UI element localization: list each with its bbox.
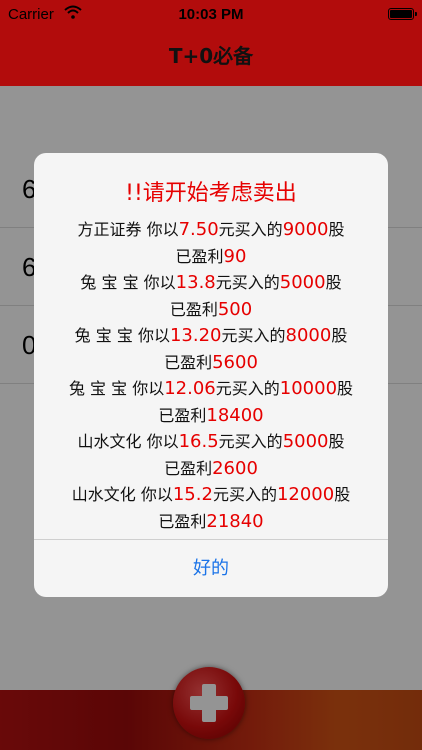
alert-profit-line: 已盈利18400 — [34, 403, 388, 430]
profit-value: 2600 — [212, 457, 258, 479]
alert-title: !!请开始考虑卖出 — [125, 181, 297, 206]
alert-entry-line: 兔 宝 宝 你以13.8元买入的5000股 — [34, 270, 388, 297]
text-shares-unit: 股 — [331, 326, 348, 345]
alert-profit-line: 已盈利500 — [34, 297, 388, 324]
stock-name: 山水文化 — [71, 485, 136, 504]
alert-entry-line: 兔 宝 宝 你以12.06元买入的10000股 — [34, 376, 388, 403]
alert-dialog: !!请开始考虑卖出 方正证券 你以7.50元买入的9000股 已盈利90 兔 宝 宝… — [34, 153, 388, 597]
text-shares-unit: 股 — [328, 432, 345, 451]
text-shares-unit: 股 — [325, 273, 342, 292]
buy-price: 13.8 — [175, 272, 216, 293]
text-yuan-buy: 元买入的 — [215, 273, 280, 292]
buy-price: 12.06 — [164, 378, 216, 399]
text-shares-unit: 股 — [334, 485, 351, 504]
text-already-profit: 已盈利 — [158, 405, 207, 425]
text-yuan-buy: 元买入的 — [221, 326, 286, 345]
alert-entry-line: 方正证券 你以7.50元买入的9000股 — [34, 217, 388, 244]
alert-entry-line: 山水文化 你以16.5元买入的5000股 — [34, 429, 388, 456]
alert-entry-line: 山水文化 你以15.2元买入的12000股 — [34, 482, 388, 509]
profit-value: 18400 — [206, 404, 264, 426]
share-count: 8000 — [285, 325, 332, 346]
buy-price: 15.2 — [172, 484, 213, 505]
share-count: 12000 — [276, 484, 335, 505]
alert-message: 方正证券 你以7.50元买入的9000股 已盈利90 兔 宝 宝 你以13.8元买入… — [34, 217, 388, 535]
text-yuan-buy: 元买入的 — [212, 485, 277, 504]
text-you-buy-at: 你以 — [127, 379, 165, 398]
text-already-profit: 已盈利 — [164, 352, 213, 372]
nav-title: T+0必备 — [0, 28, 422, 86]
buy-price: 7.50 — [178, 219, 219, 240]
share-count: 10000 — [279, 378, 338, 399]
alert-profit-line: 已盈利21840 — [34, 509, 388, 536]
share-count: 9000 — [282, 219, 329, 240]
stock-name: 兔 宝 宝 — [80, 273, 139, 292]
share-count: 5000 — [279, 272, 326, 293]
alert-profit-line: 已盈利90 — [34, 244, 388, 271]
text-you-buy-at: 你以 — [135, 485, 173, 504]
buy-price: 16.5 — [178, 431, 219, 452]
text-yuan-buy: 元买入的 — [215, 379, 280, 398]
text-you-buy-at: 你以 — [141, 220, 179, 239]
text-already-profit: 已盈利 — [158, 511, 207, 531]
buy-price: 13.20 — [169, 325, 222, 346]
text-already-profit: 已盈利 — [175, 246, 224, 266]
alert-profit-line: 已盈利5600 — [34, 350, 388, 377]
text-you-buy-at: 你以 — [141, 432, 179, 451]
stock-name: 兔 宝 宝 — [74, 326, 133, 345]
alert-profit-line: 已盈利2600 — [34, 456, 388, 483]
text-you-buy-at: 你以 — [132, 326, 170, 345]
profit-value: 500 — [217, 298, 253, 320]
status-bar: Carrier 10:03 PM — [0, 0, 422, 28]
profit-value: 5600 — [212, 351, 258, 373]
ok-button[interactable]: 好的 — [34, 540, 388, 597]
text-yuan-buy: 元买入的 — [218, 220, 283, 239]
text-already-profit: 已盈利 — [169, 299, 218, 319]
alert-entry-line: 兔 宝 宝 你以13.20元买入的8000股 — [34, 323, 388, 350]
text-you-buy-at: 你以 — [138, 273, 176, 292]
text-shares-unit: 股 — [337, 379, 354, 398]
text-already-profit: 已盈利 — [164, 458, 213, 478]
battery-icon — [388, 8, 417, 20]
share-count: 5000 — [282, 431, 329, 452]
text-shares-unit: 股 — [328, 220, 345, 239]
text-yuan-buy: 元买入的 — [218, 432, 283, 451]
stock-name: 山水文化 — [77, 432, 142, 451]
stock-name: 方正证券 — [77, 220, 142, 239]
profit-value: 21840 — [206, 510, 264, 532]
stock-name: 兔 宝 宝 — [68, 379, 128, 398]
profit-value: 90 — [223, 245, 247, 267]
status-time: 10:03 PM — [178, 6, 244, 23]
